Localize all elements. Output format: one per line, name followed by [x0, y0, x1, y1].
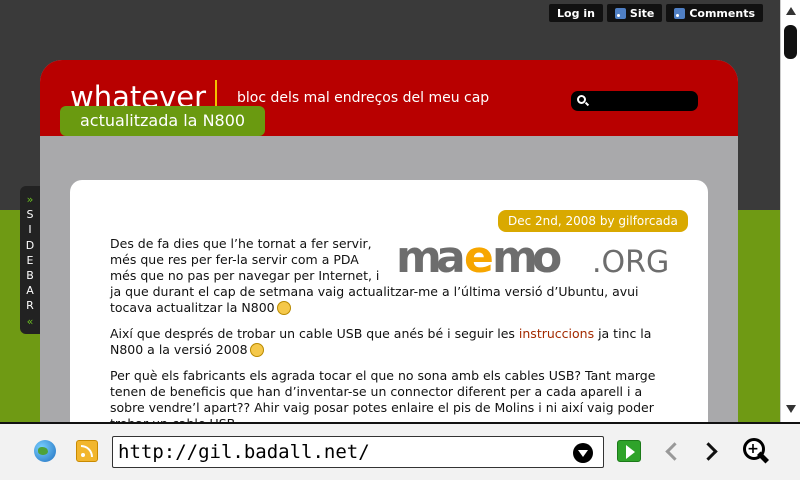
post-body: Des de fa dies que l’he tornat a fer ser…	[110, 236, 678, 422]
post-title[interactable]: actualitzada la N800	[60, 106, 266, 136]
sidebar-letter: B	[26, 269, 34, 283]
forward-icon[interactable]	[702, 442, 720, 460]
site-feed-link[interactable]: Site	[606, 4, 663, 22]
url-input[interactable]	[118, 440, 558, 464]
post-paragraph-2: Així que després de trobar un cable USB …	[110, 326, 678, 358]
zoom-icon[interactable]: +	[742, 437, 770, 465]
sidebar-arrow-bottom: «	[26, 314, 34, 328]
site-feed-label: Site	[629, 6, 655, 20]
search-input[interactable]	[591, 93, 691, 109]
search-icon	[577, 95, 586, 104]
sidebar-toggle[interactable]: » SIDEBAR «	[20, 186, 40, 334]
post-paragraph-2-before: Així que després de trobar un cable USB …	[110, 326, 515, 341]
sidebar-label: » SIDEBAR «	[20, 192, 40, 329]
sidebar-letter: E	[26, 253, 34, 267]
sidebar-letter: I	[28, 223, 32, 237]
vertical-scrollbar[interactable]	[780, 0, 800, 422]
smiley-icon	[249, 343, 264, 357]
sidebar-letter: A	[26, 284, 34, 298]
browser-toolbar: +	[0, 422, 800, 480]
sidebar-letters: SIDEBAR	[20, 207, 40, 313]
web-viewport[interactable]: Log in Site Comments whatever bloc dels …	[0, 0, 780, 422]
sidebar-letter: D	[25, 238, 35, 252]
comments-feed-link[interactable]: Comments	[666, 4, 763, 22]
dropdown-icon[interactable]	[573, 443, 593, 463]
post-date-author: Dec 2nd, 2008 by gilforcada	[498, 210, 688, 232]
rss-icon	[614, 7, 626, 19]
smiley-icon	[276, 301, 291, 315]
go-icon[interactable]	[617, 440, 641, 462]
scroll-thumb[interactable]	[784, 25, 797, 59]
feed-icon[interactable]	[76, 440, 98, 462]
login-label: Log in	[557, 6, 595, 20]
comments-feed-label: Comments	[689, 6, 755, 20]
scroll-down-arrow-icon[interactable]	[786, 405, 796, 413]
url-field[interactable]	[112, 436, 604, 468]
instructions-link[interactable]: instruccions	[519, 326, 594, 341]
site-tagline: bloc dels mal endreços del meu cap	[237, 90, 490, 106]
logo-float-spacer	[386, 236, 678, 282]
scroll-up-arrow-icon[interactable]	[786, 7, 796, 15]
sidebar-arrow-top: »	[26, 193, 34, 206]
post-paragraph-3-text: Per què els fabricants els agrada tocar …	[110, 368, 656, 422]
search-box[interactable]	[571, 91, 698, 111]
sidebar-letter: R	[26, 299, 34, 313]
post-paragraph-1: Des de fa dies que l’he tornat a fer ser…	[110, 236, 678, 316]
post-paragraph-3: Per què els fabricants els agrada tocar …	[110, 368, 678, 422]
globe-icon[interactable]	[34, 440, 56, 462]
sidebar-letter: S	[26, 208, 34, 222]
rss-icon	[674, 7, 686, 19]
login-link[interactable]: Log in	[549, 4, 603, 22]
back-icon[interactable]	[662, 442, 680, 460]
top-links: Log in Site Comments	[549, 4, 763, 22]
